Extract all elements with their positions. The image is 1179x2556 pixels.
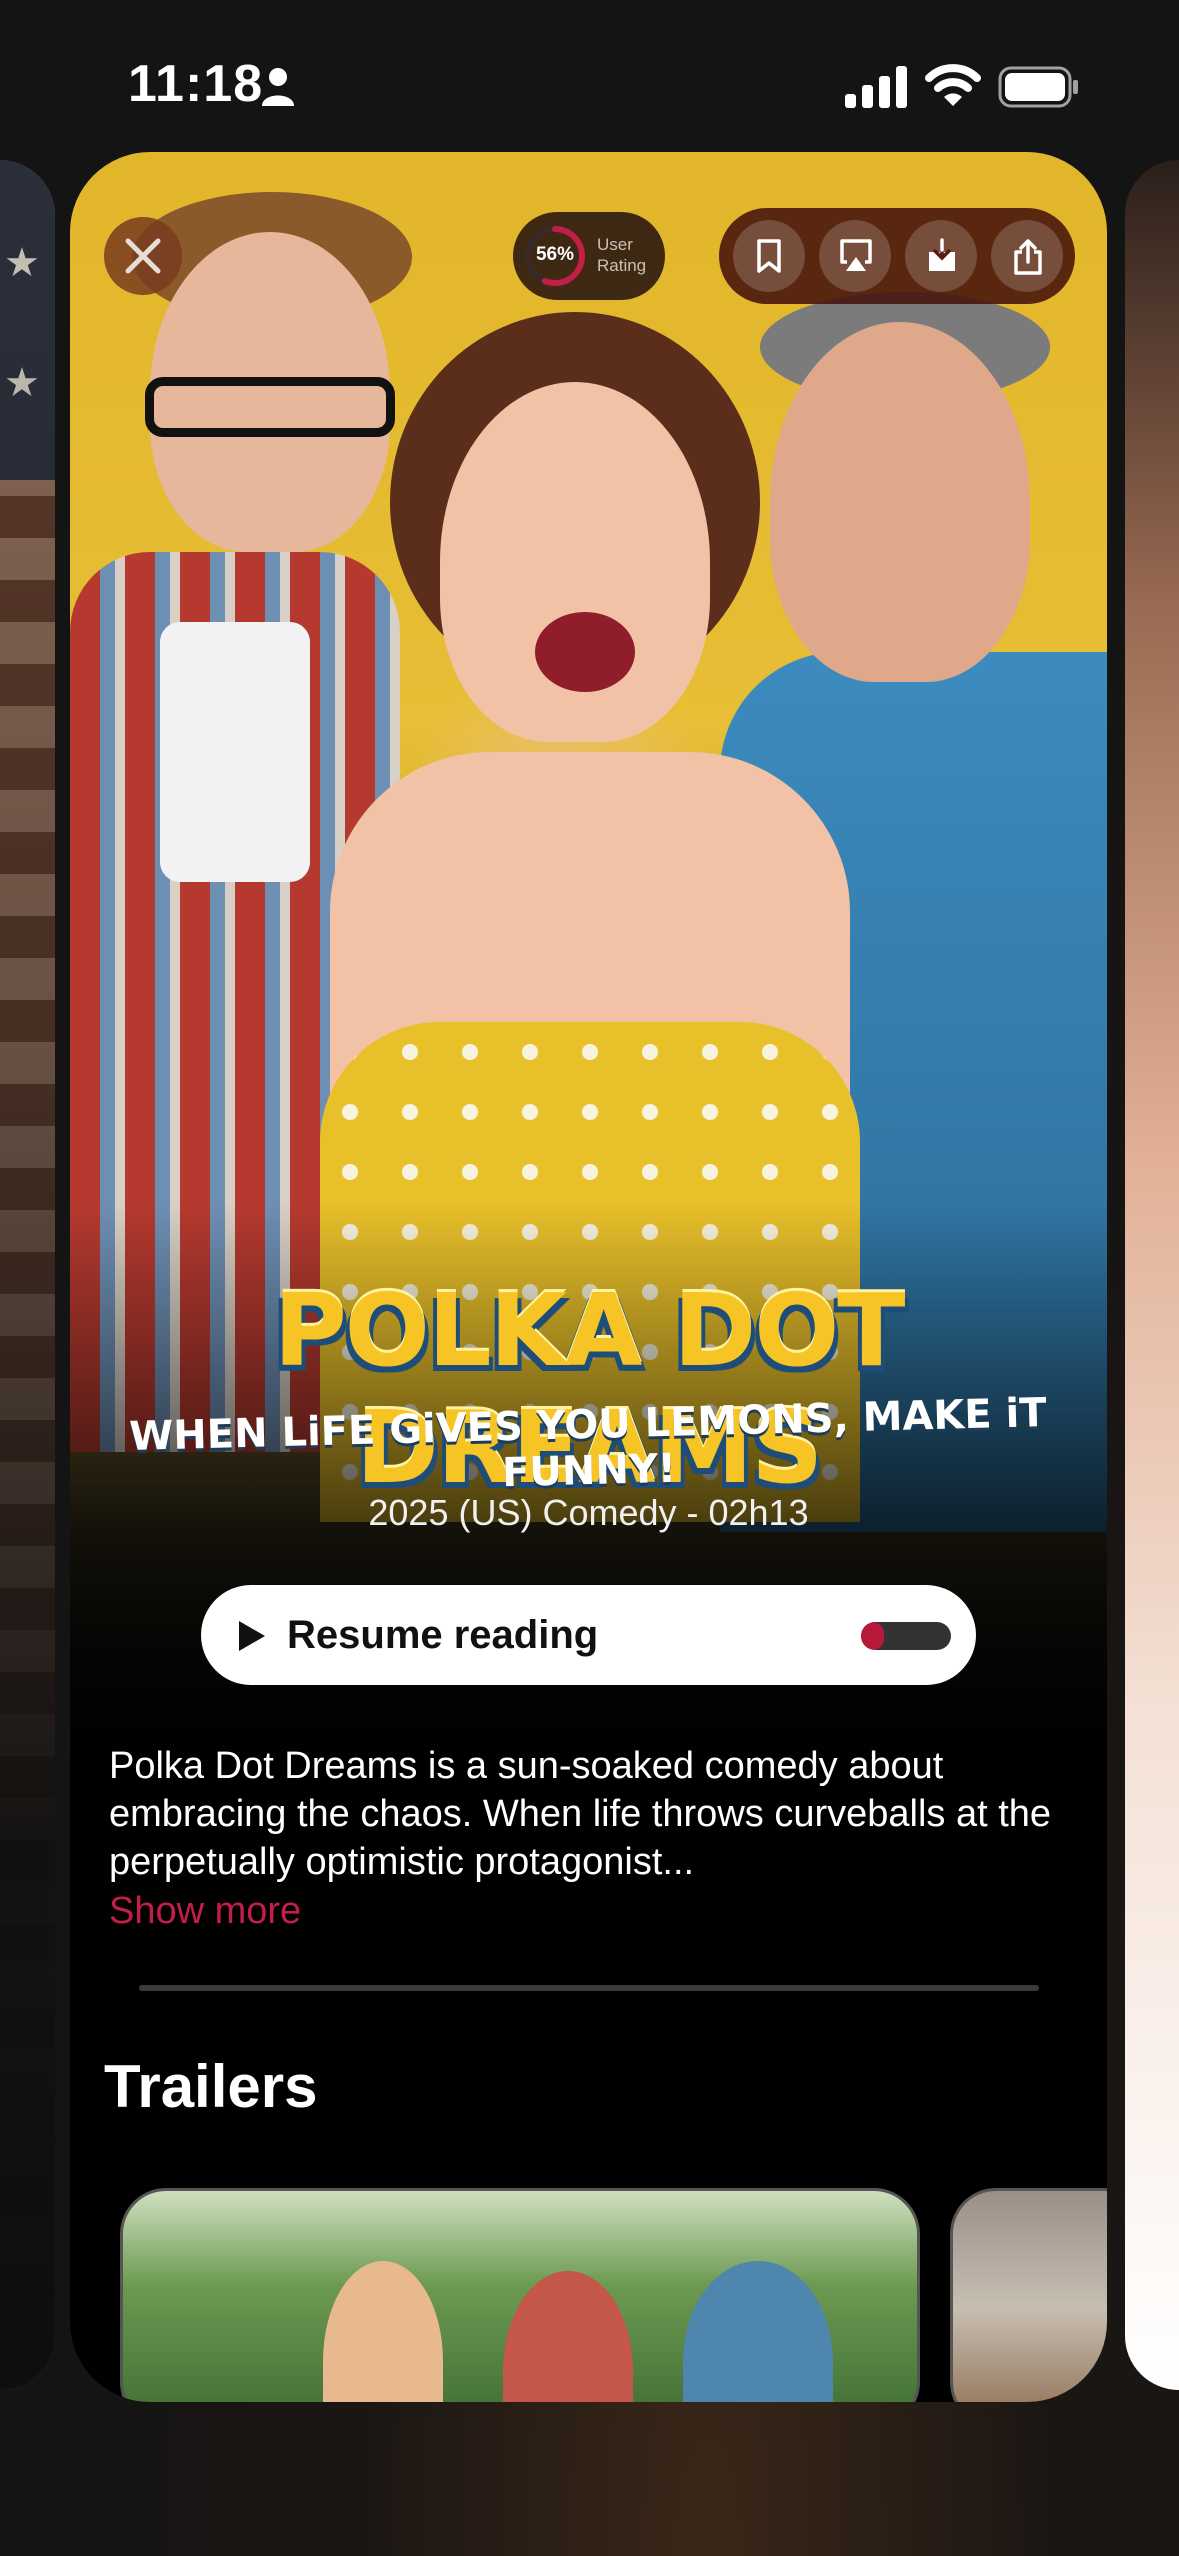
close-button[interactable] [104, 217, 182, 295]
resume-reading-button[interactable]: Resume reading [201, 1585, 976, 1685]
reading-progress-bar [861, 1622, 951, 1650]
movie-card: POLKA DOT DREAMS WHEN LiFE GiVES YOU LEM… [70, 152, 1107, 2402]
share-icon [1014, 239, 1042, 275]
rating-label: User Rating [597, 235, 647, 275]
download-icon [929, 238, 955, 271]
wifi-icon [925, 64, 981, 106]
close-icon [125, 238, 161, 274]
trailers-heading: Trailers [104, 2053, 318, 2120]
battery-icon [998, 66, 1078, 108]
section-divider [139, 1985, 1039, 1991]
poster-glasses [145, 377, 395, 437]
status-time: 11:18 [128, 55, 264, 113]
poster-figure-right-face [770, 322, 1030, 682]
movie-description: Polka Dot Dreams is a sun-soaked comedy … [109, 1745, 1052, 1883]
play-icon [239, 1621, 265, 1651]
trailer-thumbnail[interactable] [120, 2188, 920, 2402]
trailer-figure [503, 2271, 633, 2402]
signal-icon [845, 66, 907, 108]
airplay-button[interactable] [819, 220, 891, 292]
previous-card-peek[interactable]: ★ ★ [0, 160, 55, 2390]
poster-figure-center-mouth [535, 612, 635, 692]
reading-progress-fill [861, 1622, 884, 1650]
next-card-peek[interactable] [1125, 160, 1179, 2390]
bookmark-icon [757, 239, 781, 273]
resume-reading-label: Resume reading [287, 1613, 599, 1657]
user-rating-badge: 56% User Rating [513, 212, 665, 300]
status-bar: 11:18 [0, 0, 1179, 150]
poster-figure-left-tee [160, 622, 310, 882]
airplay-icon [840, 239, 872, 271]
show-more-link[interactable]: Show more [109, 1890, 301, 1933]
rating-value: 56% [535, 244, 575, 265]
action-toolbar [719, 208, 1075, 304]
trailer-figure [683, 2261, 833, 2402]
bookmark-button[interactable] [733, 220, 805, 292]
trailer-thumbnail[interactable] [950, 2188, 1107, 2402]
person-icon [262, 68, 294, 106]
movie-meta: 2025 (US) Comedy - 02h13 [368, 1492, 809, 1533]
download-button[interactable] [905, 220, 977, 292]
peek-fade [0, 160, 55, 2390]
trailer-figure [323, 2261, 443, 2402]
share-button[interactable] [991, 220, 1063, 292]
